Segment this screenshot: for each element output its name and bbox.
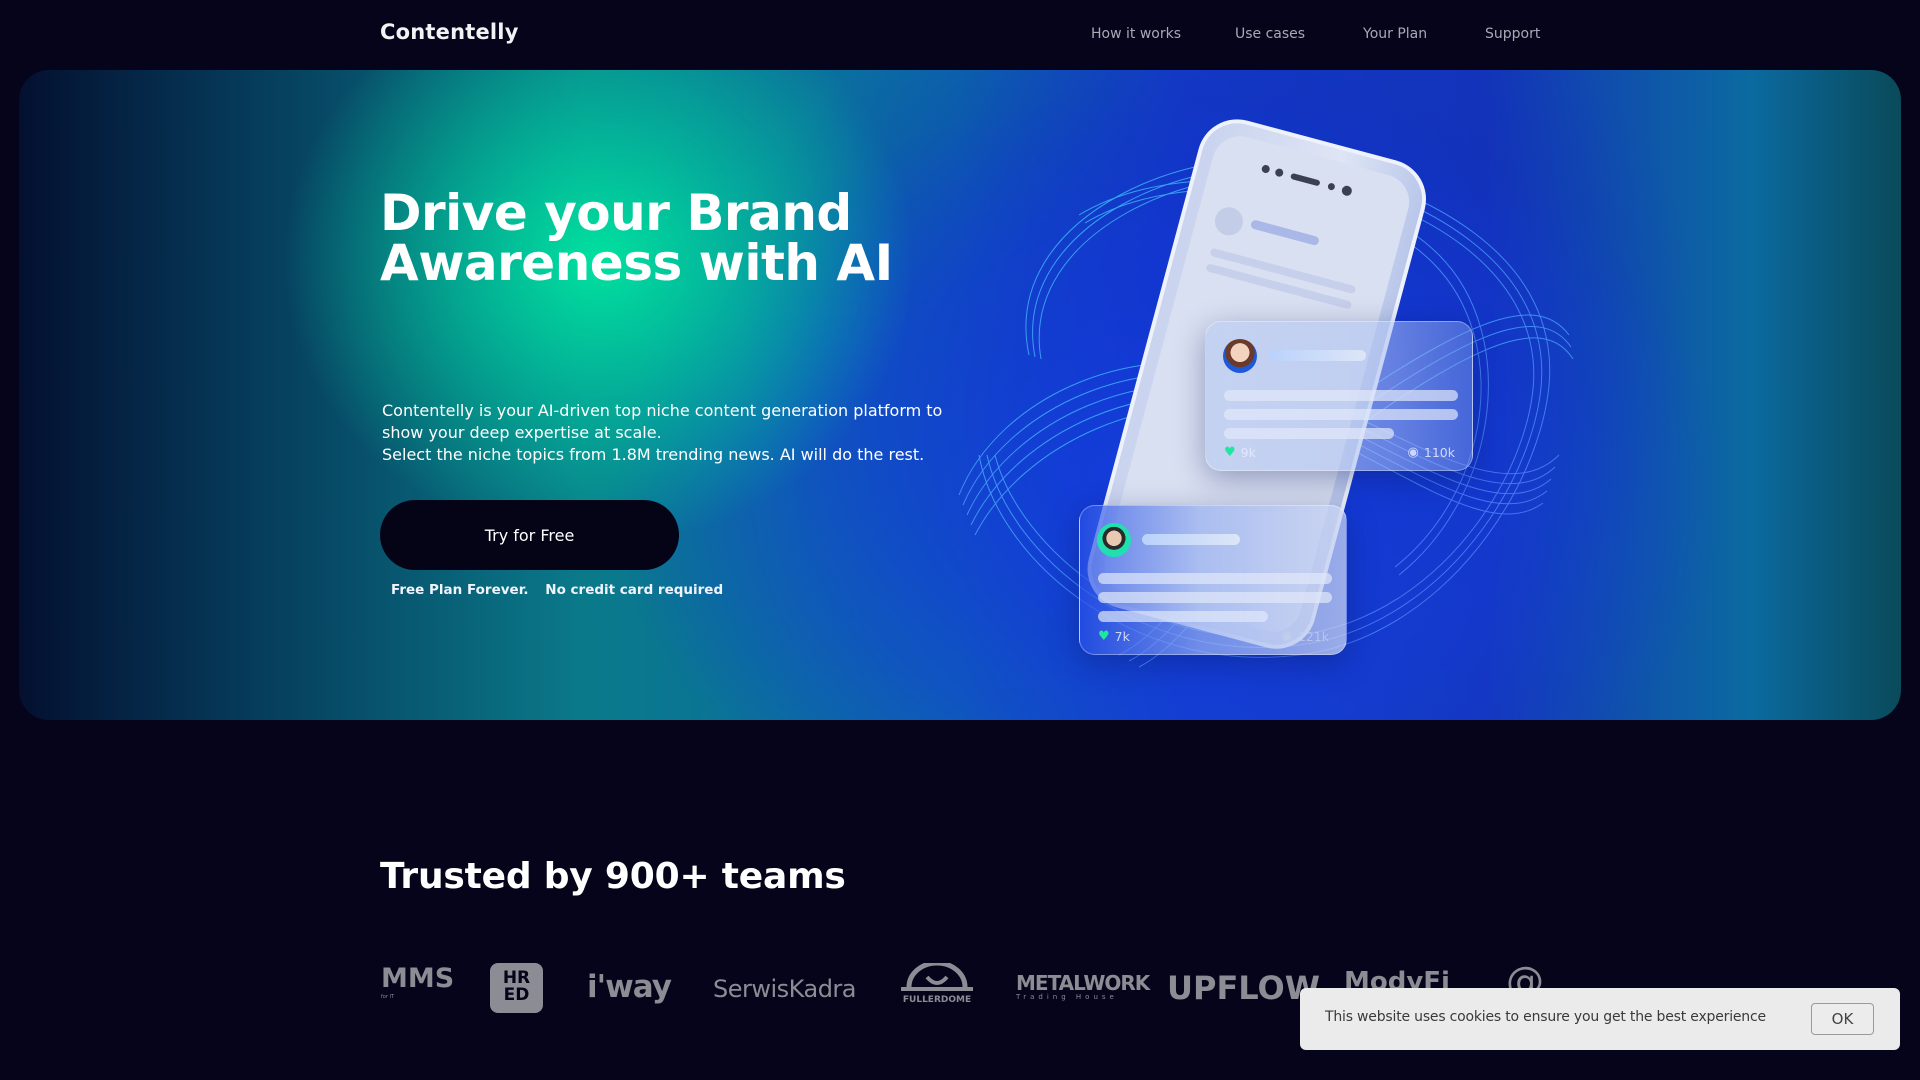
dome-icon bbox=[901, 960, 973, 991]
likes-count: 9k bbox=[1240, 445, 1256, 460]
nav-your-plan[interactable]: Your Plan bbox=[1363, 26, 1427, 42]
nav-how-it-works[interactable]: How it works bbox=[1091, 26, 1181, 42]
logo-fullerdome: FULLERDOME bbox=[901, 960, 973, 1005]
logo-metalwork: METALWORK Trading House bbox=[1016, 971, 1150, 1001]
logo-hred: HR ED bbox=[490, 963, 543, 1013]
hero-description-line: show your deep expertise at scale. bbox=[382, 423, 662, 442]
placeholder-bar bbox=[1098, 573, 1332, 584]
logo-serwiskadra: SerwisKadra bbox=[713, 975, 857, 1003]
free-plan-note: Free Plan Forever. bbox=[391, 582, 529, 598]
logo-hred-line-2: ED bbox=[503, 985, 530, 1005]
placeholder-bar bbox=[1224, 390, 1458, 401]
cta-note: Free Plan Forever. No credit card requir… bbox=[391, 582, 723, 598]
brand-logo[interactable]: Contentelly bbox=[380, 20, 519, 44]
views-count: 110k bbox=[1423, 445, 1455, 460]
logo-iway: i'way bbox=[587, 969, 672, 1005]
likes-count: 7k bbox=[1114, 629, 1130, 644]
site-header: Contentelly How it works Use cases Your … bbox=[0, 0, 1920, 70]
hero-description-line: Contentelly is your AI-driven top niche … bbox=[382, 401, 943, 420]
hero-title: Drive your Brand Awareness with AI bbox=[380, 188, 940, 288]
placeholder-bar bbox=[1098, 592, 1332, 603]
nav-support[interactable]: Support bbox=[1485, 26, 1540, 42]
hero-title-line-2: Awareness with AI bbox=[380, 234, 893, 292]
logo-mms-text: MMS bbox=[381, 963, 455, 994]
woman-avatar-icon bbox=[1223, 339, 1257, 373]
trusted-title: Trusted by 900+ teams bbox=[380, 856, 846, 897]
placeholder-bar bbox=[1224, 409, 1458, 420]
placeholder-bar bbox=[1142, 534, 1240, 545]
likes-stat: ♥ 9k bbox=[1224, 445, 1256, 460]
logo-metalwork-text: METALWORK bbox=[1016, 971, 1150, 995]
logo-upflow: UPFLOW bbox=[1167, 969, 1321, 1007]
views-count: 121k bbox=[1297, 629, 1329, 644]
cookie-ok-button[interactable]: OK bbox=[1811, 1003, 1874, 1035]
post-card: ♥ 9k ◉ 110k bbox=[1205, 321, 1473, 471]
heart-icon: ♥ bbox=[1098, 629, 1110, 644]
eye-icon: ◉ bbox=[1407, 445, 1419, 460]
hero-description-line: Select the niche topics from 1.8M trendi… bbox=[382, 445, 925, 464]
eye-icon: ◉ bbox=[1281, 629, 1293, 644]
try-for-free-button[interactable]: Try for Free bbox=[380, 500, 679, 570]
nav-use-cases[interactable]: Use cases bbox=[1235, 26, 1305, 42]
cookie-banner: This website uses cookies to ensure you … bbox=[1300, 988, 1900, 1050]
views-stat: ◉ 121k bbox=[1282, 629, 1329, 644]
views-stat: ◉ 110k bbox=[1408, 445, 1455, 460]
logo-mms-sub: for IT bbox=[381, 994, 394, 1000]
logo-fullerdome-text: FULLERDOME bbox=[902, 995, 972, 1005]
hero-section: Drive your Brand Awareness with AI Conte… bbox=[19, 70, 1901, 720]
placeholder-bar bbox=[1268, 350, 1366, 361]
cookie-message: This website uses cookies to ensure you … bbox=[1325, 1009, 1766, 1025]
hero-illustration: ♥ 9k ◉ 110k ♥ 7k ◉ 121k bbox=[939, 95, 1579, 705]
logo-mms: MMS for IT bbox=[381, 965, 454, 1001]
placeholder-bar bbox=[1098, 611, 1268, 622]
likes-stat: ♥ 7k bbox=[1098, 629, 1130, 644]
man-avatar-icon bbox=[1097, 523, 1131, 557]
no-credit-card-note: No credit card required bbox=[545, 582, 724, 598]
post-card: ♥ 7k ◉ 121k bbox=[1079, 505, 1347, 655]
hero-title-line-1: Drive your Brand bbox=[380, 184, 852, 242]
hero-description: Contentelly is your AI-driven top niche … bbox=[382, 400, 1002, 466]
heart-icon: ♥ bbox=[1224, 445, 1236, 460]
placeholder-bar bbox=[1224, 428, 1394, 439]
